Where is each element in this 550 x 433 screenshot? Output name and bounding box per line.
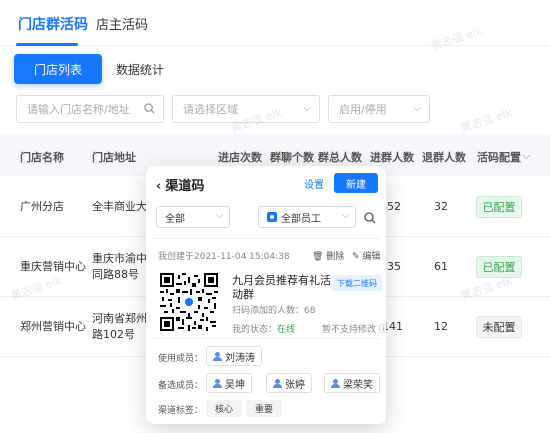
- qr-code[interactable]: [160, 273, 218, 331]
- edit-button[interactable]: ✎ 编辑: [352, 249, 380, 262]
- back-icon[interactable]: ‹: [156, 179, 161, 194]
- channel-tag[interactable]: 核心: [206, 400, 243, 417]
- channel-tag[interactable]: 重要: [246, 400, 283, 417]
- staff-icon: [267, 212, 277, 222]
- status-badge[interactable]: 已配置: [476, 196, 522, 218]
- my-status: 我的状态：在线: [232, 325, 296, 335]
- app-window: 门店群活码 店主活码 门店列表 数据统计 请输入门店名称/地址 请选择区域 ⌵ …: [0, 0, 550, 433]
- store-name: 广州分店: [20, 200, 64, 213]
- tags-label: 渠道标签：: [158, 406, 204, 416]
- store-address-line2: 同路88号: [92, 268, 139, 281]
- user-icon: [331, 378, 340, 388]
- store-address-line2: 路102号: [92, 328, 135, 341]
- store-name: 重庆营销中心: [20, 260, 86, 273]
- delete-button[interactable]: 🗑 删除: [312, 249, 344, 262]
- backup-chip[interactable]: 吴坤: [206, 373, 252, 393]
- status-badge[interactable]: 已配置: [476, 256, 522, 278]
- tab-store-group[interactable]: 门店群活码: [18, 14, 88, 34]
- chevron-down-icon[interactable]: ⌵: [522, 149, 530, 163]
- channel-code-card: ‹ 渠道码 设置 新建 全部 ⌵ 全部员工 ⌵ 我创建于2021-11-04 15…: [146, 166, 386, 424]
- left-count: 12: [434, 320, 448, 333]
- card-title: ‹ 渠道码: [156, 179, 205, 194]
- active-tab-indicator: [16, 43, 78, 46]
- col-address: 门店地址: [92, 151, 136, 164]
- store-search-input[interactable]: 请输入门店名称/地址: [16, 95, 164, 123]
- watermark: 黄志强 elk: [459, 106, 514, 135]
- search-icon[interactable]: [364, 209, 378, 224]
- backup-label: 备选成员：: [158, 381, 204, 391]
- status-select[interactable]: 启用/停用 ⌵: [328, 95, 430, 123]
- region-placeholder: 请选择区域: [183, 103, 238, 116]
- user-icon: [213, 378, 222, 388]
- campaign-title: 九月会员推荐有礼活动群: [232, 274, 331, 301]
- chevron-down-icon: ⌵: [216, 211, 223, 221]
- created-time: 我创建于2021-11-04 15:04:38: [158, 252, 290, 262]
- user-icon: [213, 351, 222, 361]
- left-count: 61: [434, 260, 448, 273]
- channel-code-item: 我创建于2021-11-04 15:04:38 🗑 删除 ✎ 编辑 九月会员推荐…: [152, 238, 386, 336]
- user-icon: [273, 378, 282, 388]
- col-left: 退群人数: [422, 151, 466, 164]
- staff-select[interactable]: 全部员工 ⌵: [258, 206, 356, 228]
- new-button[interactable]: 新建: [334, 173, 378, 193]
- top-tabs: 门店群活码 店主活码: [0, 0, 550, 46]
- settings-link[interactable]: 设置: [304, 176, 324, 191]
- region-select[interactable]: 请选择区域 ⌵: [172, 95, 320, 123]
- backup-chip[interactable]: 张婷: [266, 373, 312, 393]
- left-count: 32: [434, 200, 448, 213]
- backup-chip[interactable]: 梁荣笑: [324, 373, 380, 393]
- scan-count: 扫码添加的人数：68: [232, 306, 316, 316]
- scope-select[interactable]: 全部 ⌵: [156, 206, 230, 228]
- chevron-down-icon: ⌵: [303, 103, 311, 114]
- col-config: 活码配置: [477, 151, 521, 164]
- col-joined: 进群人数: [370, 151, 414, 164]
- download-qr-button[interactable]: 下载二维码: [332, 275, 382, 291]
- status-badge[interactable]: 未配置: [476, 316, 522, 338]
- col-name: 门店名称: [20, 151, 64, 164]
- statistics-button[interactable]: 数据统计: [108, 54, 172, 84]
- members-label: 使用成员：: [158, 354, 204, 364]
- col-members: 群总人数: [318, 151, 362, 164]
- divider: [152, 338, 380, 339]
- status-placeholder: 启用/停用: [339, 103, 387, 116]
- chevron-down-icon: ⌵: [342, 211, 349, 221]
- col-visits: 进店次数: [218, 151, 262, 164]
- col-groups: 群聊个数: [270, 151, 314, 164]
- no-edit-note: 暂不支持修改 ⓘ: [322, 325, 386, 335]
- member-chip[interactable]: 刘涛涛: [206, 346, 262, 366]
- chevron-down-icon: ⌵: [413, 103, 421, 114]
- store-search-placeholder: 请输入门店名称/地址: [27, 103, 130, 116]
- tab-owner[interactable]: 店主活码: [96, 14, 148, 33]
- search-icon[interactable]: [144, 103, 155, 117]
- store-list-button[interactable]: 门店列表: [14, 54, 102, 84]
- store-name: 郑州营销中心: [20, 320, 86, 333]
